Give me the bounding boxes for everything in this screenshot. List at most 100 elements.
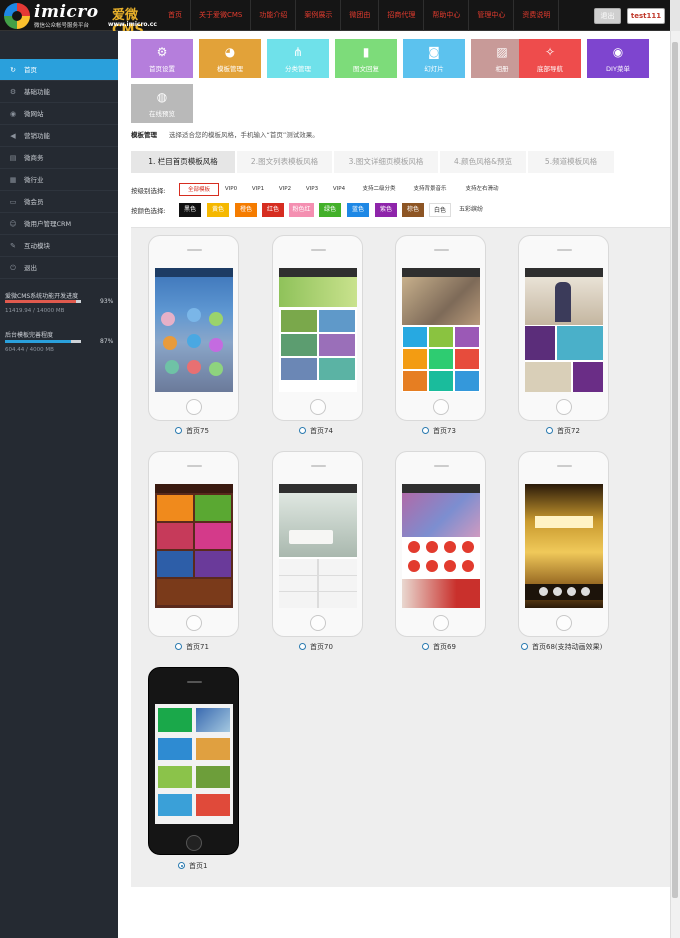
tile-template-manage[interactable]: ◕ 模板管理	[199, 39, 261, 78]
sidebar-item-home[interactable]: ↻ 首页	[0, 59, 118, 81]
logout-button[interactable]: 退出	[594, 8, 621, 24]
color-chip-yellow[interactable]: 黄色	[207, 203, 229, 217]
template-phone-72[interactable]	[518, 235, 609, 421]
template-radio-70[interactable]	[299, 643, 306, 650]
top-bar: imicro 爱微CMS 微信公众帐号服务平台 www.imicro.cc 首页…	[0, 0, 680, 38]
brand-name: imicro	[34, 2, 99, 22]
tile-slideshow[interactable]: ◙ 幻灯片	[403, 39, 465, 78]
sidebar-item-members[interactable]: ▭ 微会员	[0, 191, 118, 213]
template-radio-71[interactable]	[175, 643, 182, 650]
sidebar-item-commerce[interactable]: ▤ 微商务	[0, 147, 118, 169]
phone-speaker	[311, 249, 326, 251]
user-button[interactable]: test111	[627, 8, 665, 24]
sidebar-item-label: 退出	[24, 264, 37, 272]
tab-color-preview[interactable]: 4.颜色风格&预览	[440, 151, 526, 173]
nav-features[interactable]: 功能介绍	[251, 0, 297, 31]
sidebar-item-basic[interactable]: ⚙ 基础功能	[0, 81, 118, 103]
progress-bar-dev	[5, 300, 81, 303]
nav-pricing[interactable]: 资费说明	[514, 0, 560, 31]
sidebar-item-logout[interactable]: ⏻ 退出	[0, 257, 118, 279]
template-name-72: 首页72	[557, 427, 580, 435]
template-radio-68[interactable]	[521, 643, 528, 650]
filter-level-vip3[interactable]: VIP3	[302, 183, 322, 196]
tile-diy-menu[interactable]: ◉ DIY菜单	[587, 39, 649, 78]
template-preview-screen	[155, 268, 233, 392]
nav-home[interactable]: 首页	[160, 0, 191, 31]
color-chip-brown[interactable]: 棕色	[402, 203, 424, 217]
sidebar-item-crm[interactable]: ☺ 微用户管理CRM	[0, 213, 118, 235]
template-preview-screen	[525, 484, 603, 608]
phone-speaker	[187, 249, 202, 251]
color-chip-white[interactable]: 白色	[429, 203, 451, 217]
filter-level-vip1[interactable]: VIP1	[248, 183, 268, 196]
scrollbar-thumb[interactable]	[672, 42, 678, 898]
color-chip-multicolor[interactable]: 五彩缤纷	[456, 203, 486, 217]
sidebar-item-industry[interactable]: ▦ 微行业	[0, 169, 118, 191]
tab-article-detail[interactable]: 3.图文详细页模板风格	[334, 151, 438, 173]
tile-label: 分类管理	[285, 65, 311, 73]
filter-level-music[interactable]: 支持背景音乐	[408, 183, 452, 196]
tile-article-reply[interactable]: ▮ 图文回复	[335, 39, 397, 78]
filter-level-subcategory[interactable]: 支持二级分类	[357, 183, 401, 196]
template-radio-74[interactable]	[299, 427, 306, 434]
sidebar-item-marketing[interactable]: ◀ 营销功能	[0, 125, 118, 147]
color-chip-red[interactable]: 红色	[262, 203, 284, 217]
nav-help[interactable]: 帮助中心	[424, 0, 470, 31]
card-icon: ▭	[9, 198, 17, 206]
tab-article-list[interactable]: 2.图文列表模板风格	[237, 151, 332, 173]
template-phone-71[interactable]	[148, 451, 239, 637]
nav-admin[interactable]: 管理中心	[469, 0, 515, 31]
nav-group[interactable]: 微团由	[341, 0, 380, 31]
template-phone-69[interactable]	[395, 451, 486, 637]
template-phone-75[interactable]	[148, 235, 239, 421]
camera-icon: ◙	[428, 45, 440, 59]
template-phone-70[interactable]	[272, 451, 363, 637]
template-preview-screen	[155, 704, 233, 824]
tile-home-settings[interactable]: ⚙ 首页设置	[131, 39, 193, 78]
template-radio-73[interactable]	[422, 427, 429, 434]
tab-column-home[interactable]: 1. 栏目首页模板风格	[131, 151, 235, 173]
nav-cases[interactable]: 案例展示	[296, 0, 342, 31]
color-chip-black[interactable]: 黑色	[179, 203, 201, 217]
filter-level-swipe[interactable]: 支持左右滑动	[460, 183, 504, 196]
template-radio-69[interactable]	[422, 643, 429, 650]
template-radio-72[interactable]	[546, 427, 553, 434]
tab-channel[interactable]: 5.频道模板风格	[528, 151, 614, 173]
phone-home-button	[556, 399, 572, 415]
progress-percent-dev: 93%	[100, 298, 114, 305]
phone-speaker	[557, 465, 572, 467]
sidebar-item-label: 微商务	[24, 154, 44, 162]
tile-label: 底部导航	[537, 65, 563, 73]
template-name-71: 首页71	[186, 643, 209, 651]
template-radio-1[interactable]	[178, 862, 185, 869]
filter-level-vip4[interactable]: VIP4	[329, 183, 349, 196]
nav-agents[interactable]: 招商代理	[379, 0, 425, 31]
color-chip-pink[interactable]: 粉色红	[289, 203, 314, 217]
tile-bottom-nav[interactable]: ✧ 底部导航	[519, 39, 581, 78]
tile-label: 首页设置	[149, 65, 175, 73]
color-chip-green[interactable]: 绿色	[319, 203, 341, 217]
filter-level-all[interactable]: 全部模板	[179, 183, 219, 196]
filter-level-label: 按级别选择:	[131, 187, 166, 195]
logo[interactable]: imicro 爱微CMS 微信公众帐号服务平台 www.imicro.cc	[4, 2, 164, 38]
brand-tagline: 微信公众帐号服务平台	[34, 23, 90, 29]
filter-level-vip2[interactable]: VIP2	[275, 183, 295, 196]
book-icon: ▮	[362, 45, 370, 59]
tile-category-manage[interactable]: ⋔ 分类管理	[267, 39, 329, 78]
wand-icon: ✧	[544, 45, 556, 59]
color-chip-blue[interactable]: 蓝色	[347, 203, 369, 217]
template-phone-68[interactable]	[518, 451, 609, 637]
sidebar-item-interactive[interactable]: ✎ 互动模块	[0, 235, 118, 257]
color-chip-orange[interactable]: 橙色	[235, 203, 257, 217]
template-radio-75[interactable]	[175, 427, 182, 434]
tile-online-preview[interactable]: ◍ 在线预览	[131, 84, 193, 123]
color-chip-purple[interactable]: 紫色	[375, 203, 397, 217]
template-name-69: 首页69	[433, 643, 456, 651]
template-phone-74[interactable]	[272, 235, 363, 421]
sidebar-item-website[interactable]: ◉ 微网站	[0, 103, 118, 125]
nav-about[interactable]: 关于爱微CMS	[191, 0, 252, 31]
template-name-74: 首页74	[310, 427, 333, 435]
template-phone-73[interactable]	[395, 235, 486, 421]
template-phone-1[interactable]	[148, 667, 239, 855]
filter-level-vip0[interactable]: VIP0	[221, 183, 241, 196]
